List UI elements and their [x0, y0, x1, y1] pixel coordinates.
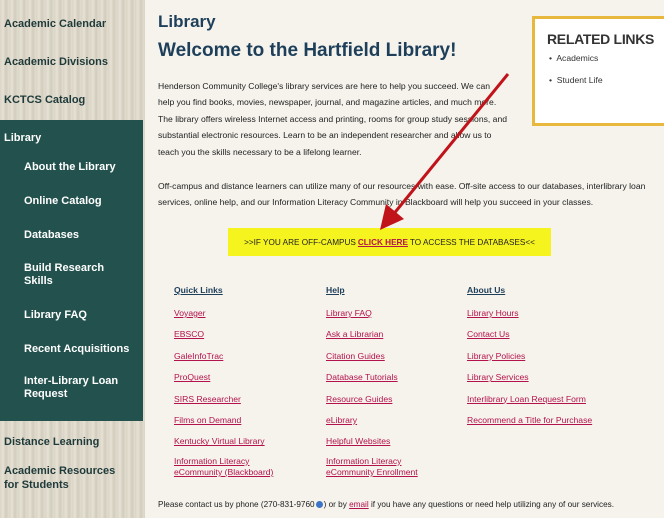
main-content: Library Welcome to the Hartfield Library…: [158, 0, 664, 518]
sidebar-item-label: Academic Divisions: [4, 56, 108, 68]
link-ebsco[interactable]: EBSCO: [174, 324, 286, 345]
click-here-link[interactable]: CLICK HERE: [358, 238, 408, 247]
about-us-column: About Us Library Hours Contact Us Librar…: [467, 283, 592, 431]
link-interlibrary-loan-form[interactable]: Interlibrary Loan Request Form: [467, 389, 592, 410]
help-column: Help Library FAQ Ask a Librarian Citatio…: [326, 283, 436, 478]
link-helpful-websites[interactable]: Helpful Websites: [326, 431, 436, 452]
sidebar-item-about-library[interactable]: About the Library: [0, 150, 143, 184]
sidebar-item-label: KCTCS Catalog: [4, 94, 86, 106]
link-ask-a-librarian[interactable]: Ask a Librarian: [326, 324, 436, 345]
sidebar-item-academic-calendar[interactable]: Academic Calendar: [0, 5, 145, 43]
footer-text: if you have any questions or need help u…: [370, 500, 614, 509]
link-library-hours[interactable]: Library Hours: [467, 303, 592, 324]
quick-links-heading: Quick Links: [174, 285, 223, 295]
quick-links-column: Quick Links Voyager EBSCO GaleInfoTrac P…: [174, 283, 286, 478]
link-database-tutorials[interactable]: Database Tutorials: [326, 367, 436, 388]
sidebar-item-recent-acquisitions[interactable]: Recent Acquisitions: [0, 332, 143, 366]
link-info-literacy-blackboard[interactable]: Information Literacy eCommunity (Blackbo…: [174, 453, 286, 478]
link-library-faq[interactable]: Library FAQ: [326, 303, 436, 324]
sidebar-item-label: Academic Calendar: [4, 18, 107, 30]
related-links-box: RELATED LINKS • Academics • Student Life: [532, 16, 664, 126]
link-recommend-title[interactable]: Recommend a Title for Purchase: [467, 410, 592, 431]
page-title: Library: [158, 12, 216, 31]
related-links-title: RELATED LINKS: [547, 31, 655, 47]
sidebar-item-academic-resources[interactable]: Academic Resources for Students: [0, 456, 130, 500]
link-elibrary[interactable]: eLibrary: [326, 410, 436, 431]
help-heading: Help: [326, 285, 345, 295]
related-link-label: Student Life: [556, 75, 603, 85]
email-link[interactable]: email: [349, 500, 369, 509]
about-us-heading: About Us: [467, 285, 506, 295]
link-kentucky-virtual-library[interactable]: Kentucky Virtual Library: [174, 431, 286, 452]
sidebar-item-online-catalog[interactable]: Online Catalog: [0, 184, 143, 218]
sidebar-item-library-faq[interactable]: Library FAQ: [0, 298, 143, 332]
offcampus-paragraph: Off-campus and distance learners can uti…: [158, 181, 646, 208]
offcampus-suffix: TO ACCESS THE DATABASES<<: [409, 237, 535, 247]
link-sirs-researcher[interactable]: SIRS Researcher: [174, 389, 286, 410]
sidebar-item-build-research-skills[interactable]: Build Research Skills: [0, 252, 120, 298]
sidebar-nav: Academic Calendar Academic Divisions KCT…: [0, 0, 145, 518]
link-proquest[interactable]: ProQuest: [174, 367, 286, 388]
sidebar-item-label: Academic Resources for Students: [4, 465, 116, 491]
offcampus-banner: >>IF YOU ARE OFF-CAMPUS CLICK HERE TO AC…: [228, 228, 551, 256]
sidebar-item-databases[interactable]: Databases: [0, 218, 143, 252]
link-info-literacy-enrollment[interactable]: Information Literacy eCommunity Enrollme…: [326, 453, 436, 478]
related-link-academics[interactable]: • Academics: [535, 47, 664, 69]
sidebar-item-label: Distance Learning: [4, 436, 100, 448]
sidebar-library-section: Library About the Library Online Catalog…: [0, 120, 143, 421]
sidebar-item-distance-learning[interactable]: Distance Learning: [0, 428, 145, 456]
link-voyager[interactable]: Voyager: [174, 303, 286, 324]
link-library-services[interactable]: Library Services: [467, 367, 592, 388]
link-contact-us[interactable]: Contact Us: [467, 324, 592, 345]
phone-icon: [315, 501, 323, 509]
link-citation-guides[interactable]: Citation Guides: [326, 346, 436, 367]
sidebar-item-academic-divisions[interactable]: Academic Divisions: [0, 43, 145, 81]
link-resource-guides[interactable]: Resource Guides: [326, 389, 436, 410]
sidebar-item-library[interactable]: Library: [0, 120, 143, 150]
offcampus-prefix: >>IF YOU ARE OFF-CAMPUS: [244, 237, 356, 247]
related-link-label: Academics: [556, 53, 599, 63]
sidebar-item-interlibrary-loan[interactable]: Inter-Library Loan Request: [0, 366, 120, 410]
footer-text: Please contact us by phone (270-831-9760: [158, 500, 315, 509]
welcome-heading: Welcome to the Hartfield Library!: [158, 40, 457, 61]
intro-paragraph: Henderson Community College's library se…: [158, 81, 508, 157]
contact-footer: Please contact us by phone (270-831-9760…: [158, 500, 614, 509]
link-library-policies[interactable]: Library Policies: [467, 346, 592, 367]
link-films-on-demand[interactable]: Films on Demand: [174, 410, 286, 431]
related-link-student-life[interactable]: • Student Life: [535, 69, 664, 91]
sidebar-item-kctcs-catalog[interactable]: KCTCS Catalog: [0, 81, 145, 119]
browser-content: Academic Calendar Academic Divisions KCT…: [0, 0, 664, 518]
link-galeinfotrac[interactable]: GaleInfoTrac: [174, 346, 286, 367]
footer-text: ) or by: [323, 500, 347, 509]
